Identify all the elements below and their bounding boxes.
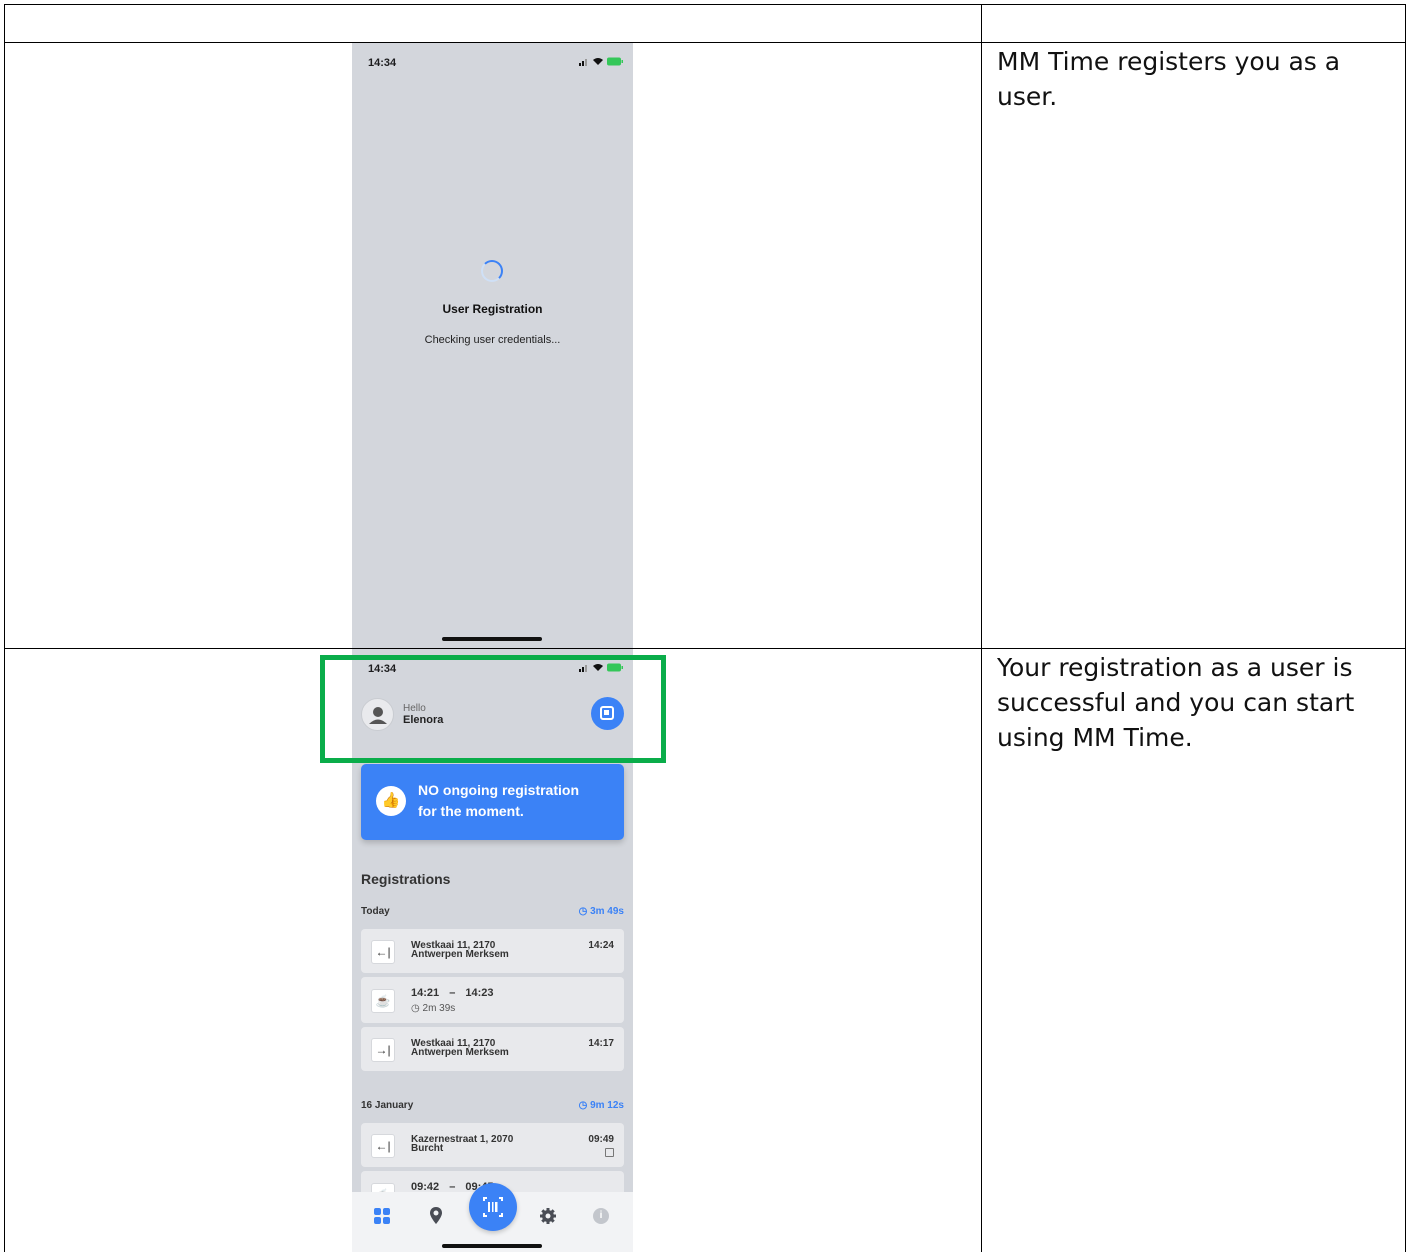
total-value: 3m 49s bbox=[590, 906, 624, 917]
badge-icon bbox=[605, 1148, 614, 1157]
table-border-left bbox=[4, 4, 5, 1252]
signal-icon bbox=[579, 58, 587, 66]
phone-screen-registration: 14:34 User Registration Checking user cr… bbox=[352, 43, 633, 648]
registration-card[interactable]: ←| Kazernestraat 1, 2070 Burcht 09:49 bbox=[361, 1123, 624, 1167]
gear-icon bbox=[540, 1208, 556, 1224]
break-end: 14:23 bbox=[465, 987, 494, 999]
table-row-divider-1 bbox=[4, 42, 1406, 43]
registration-card[interactable]: →| Westkaai 11, 2170 Antwerpen Merksem 1… bbox=[361, 1027, 624, 1071]
table-border-top bbox=[4, 4, 1406, 5]
tab-settings[interactable] bbox=[539, 1207, 557, 1225]
registration-time: 09:49 bbox=[588, 1134, 614, 1145]
check-in-icon: →| bbox=[371, 1038, 395, 1062]
info-icon: i bbox=[599, 1210, 603, 1221]
break-duration: ◷ 2m 39s bbox=[411, 1004, 455, 1014]
range-dash: – bbox=[449, 987, 456, 999]
banner-line-2: for the moment. bbox=[418, 803, 524, 819]
table-row-divider-2 bbox=[4, 648, 1406, 649]
clock-icon: ◷ bbox=[411, 1003, 420, 1014]
thumbs-up-icon: 👍 bbox=[376, 786, 406, 816]
address-line-2: Antwerpen Merksem bbox=[411, 1047, 509, 1058]
table-column-divider bbox=[981, 4, 982, 1252]
tab-info[interactable]: i bbox=[593, 1208, 609, 1224]
tab-scan-button[interactable] bbox=[469, 1183, 517, 1231]
home-indicator bbox=[442, 1244, 542, 1248]
clock-icon: ◷ bbox=[578, 1100, 591, 1111]
day-total-today: ◷ 3m 49s bbox=[579, 906, 624, 917]
bottom-tab-bar: i bbox=[352, 1183, 633, 1252]
status-banner: 👍 NO ongoing registration for the moment… bbox=[361, 764, 624, 840]
home-indicator bbox=[442, 637, 542, 641]
break-card[interactable]: ☕ 14:21 – 14:23 ◷ 2m 39s bbox=[361, 977, 624, 1023]
day-label-16-january: 16 January bbox=[361, 1100, 414, 1111]
clock-icon: ◷ bbox=[578, 906, 591, 917]
registration-time: 14:24 bbox=[588, 940, 614, 951]
total-value: 9m 12s bbox=[590, 1100, 624, 1111]
loading-spinner-icon bbox=[481, 260, 503, 282]
highlight-box bbox=[320, 655, 666, 763]
section-title: Registrations bbox=[361, 871, 451, 887]
wifi-icon bbox=[593, 58, 603, 65]
break-range: 14:21 – 14:23 bbox=[411, 987, 494, 999]
coffee-icon: ☕ bbox=[371, 989, 395, 1013]
screen-title: User Registration bbox=[442, 302, 543, 316]
break-start: 14:21 bbox=[411, 987, 440, 999]
tab-locations[interactable] bbox=[428, 1206, 444, 1226]
row2-description: Your registration as a user is successfu… bbox=[997, 653, 1355, 752]
address-line-2: Antwerpen Merksem bbox=[411, 949, 509, 960]
screen-subtitle: Checking user credentials... bbox=[424, 334, 561, 346]
address-line-2: Burcht bbox=[411, 1143, 444, 1154]
banner-line-1: NO ongoing registration bbox=[418, 782, 579, 798]
day-label-today: Today bbox=[361, 906, 390, 917]
duration-value: 2m 39s bbox=[422, 1003, 456, 1014]
barcode-scan-icon bbox=[483, 1197, 503, 1217]
check-out-icon: ←| bbox=[371, 940, 395, 964]
check-out-icon: ←| bbox=[371, 1134, 395, 1158]
registration-card[interactable]: ←| Westkaai 11, 2170 Antwerpen Merksem 1… bbox=[361, 929, 624, 973]
map-pin-icon bbox=[430, 1207, 442, 1224]
grid-icon bbox=[374, 1208, 390, 1224]
registration-time: 14:17 bbox=[588, 1038, 614, 1049]
row1-description: MM Time registers you as a user. bbox=[997, 47, 1341, 111]
table-border-right bbox=[1405, 4, 1406, 1252]
tab-dashboard[interactable] bbox=[373, 1207, 391, 1225]
battery-icon bbox=[607, 57, 623, 66]
day-total-16-january: ◷ 9m 12s bbox=[579, 1100, 624, 1111]
status-icons bbox=[579, 57, 623, 66]
status-time: 14:34 bbox=[368, 57, 397, 69]
